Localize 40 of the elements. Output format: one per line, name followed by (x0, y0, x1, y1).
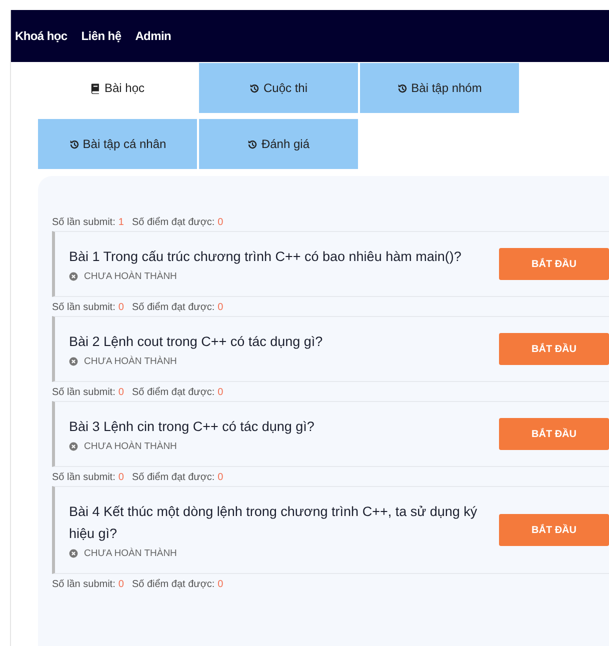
status-label: CHƯA HOÀN THÀNH (84, 548, 177, 559)
tab[interactable]: Bài tập nhóm (360, 63, 519, 113)
submit-count: 0 (118, 387, 124, 398)
score-label: Số điểm đạt được: (132, 579, 215, 590)
tab[interactable]: Bài tập cá nhân (38, 119, 197, 169)
score-value: 0 (218, 217, 224, 228)
submit-count-label: Số lần submit: (52, 472, 116, 483)
history-icon (68, 138, 80, 150)
score-value: 0 (218, 579, 224, 590)
score-label: Số điểm đạt được: (132, 472, 215, 483)
history-icon (247, 138, 258, 150)
status-label: CHƯA HOÀN THÀNH (84, 271, 177, 282)
submit-count-label: Số lần submit: (52, 217, 116, 228)
lesson-title: Bài 4 Kết thúc một dòng lệnh trong chương trình C++, ta sử dụng ký hiệu gì? (69, 503, 478, 543)
submit-count: 1 (118, 217, 124, 228)
status-label: CHƯA HOÀN THÀNH (84, 441, 177, 452)
submit-count: 0 (118, 302, 124, 313)
history-icon (249, 82, 260, 94)
status-label: CHƯA HOÀN THÀNH (84, 356, 177, 367)
lesson-title: Bài 3 Lệnh cin trong C++ có tác dụng gì? (69, 418, 316, 436)
score-value: 0 (218, 472, 224, 483)
nav-link[interactable]: Liên hệ (81, 29, 122, 43)
lesson-title: Bài 2 Lệnh cout trong C++ có tác dụng gì? (69, 333, 324, 351)
submit-count-label: Số lần submit: (52, 302, 116, 313)
score-label: Số điểm đạt được: (132, 302, 215, 313)
tab[interactable]: Cuộc thi (199, 63, 358, 113)
score-value: 0 (218, 387, 224, 398)
tab[interactable]: Đánh giá (199, 119, 358, 169)
submit-count-label: Số lần submit: (52, 387, 116, 398)
score-value: 0 (218, 302, 224, 313)
book-icon (90, 82, 102, 94)
nav-link[interactable]: Admin (135, 29, 172, 43)
nav-link[interactable]: Khoá học (15, 29, 68, 43)
submit-count: 0 (118, 579, 124, 590)
submit-count: 0 (118, 472, 124, 483)
history-icon (397, 82, 408, 94)
score-label: Số điểm đạt được: (132, 387, 215, 398)
submit-count-label: Số lần submit: (52, 579, 116, 590)
lesson-title: Bài 1 Trong cấu trúc chương trình C++ có bao nhiêu hàm main()? (69, 248, 462, 266)
score-label: Số điểm đạt được: (132, 217, 215, 228)
